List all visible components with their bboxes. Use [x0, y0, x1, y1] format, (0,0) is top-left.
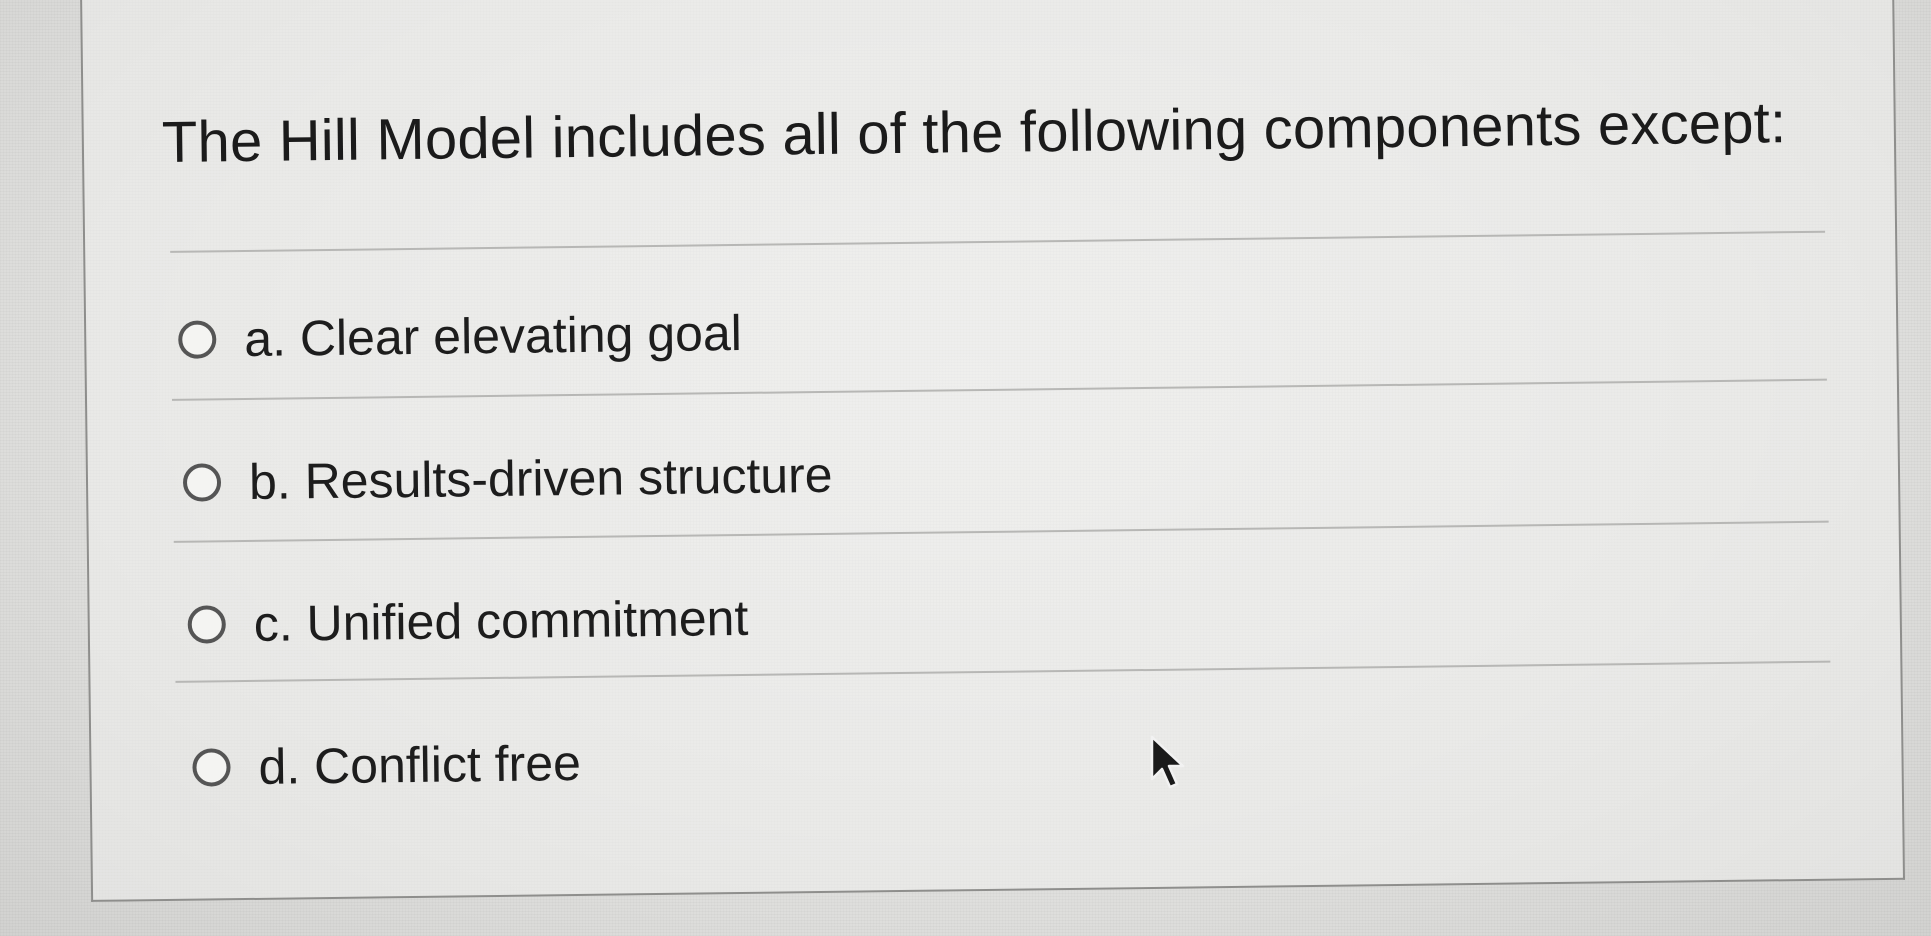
- option-label: c. Unified commitment: [253, 589, 749, 652]
- radio-button-icon[interactable]: [182, 463, 222, 502]
- option-label: a. Clear elevating goal: [243, 304, 743, 368]
- divider: [170, 230, 1826, 253]
- mouse-pointer-icon: [1150, 735, 1185, 789]
- divider: [175, 660, 1831, 683]
- divider: [173, 520, 1829, 543]
- radio-button-icon[interactable]: [187, 605, 226, 644]
- option-label: d. Conflict free: [258, 734, 582, 795]
- option-d[interactable]: d. Conflict free: [192, 734, 581, 797]
- radio-button-icon[interactable]: [178, 320, 217, 359]
- question-panel: The Hill Model includes all of the follo…: [80, 0, 1906, 902]
- option-label: b. Results-driven structure: [248, 446, 833, 510]
- radio-button-icon[interactable]: [192, 748, 231, 787]
- divider: [172, 378, 1827, 401]
- option-a[interactable]: a. Clear elevating goal: [178, 304, 742, 369]
- option-c[interactable]: c. Unified commitment: [187, 589, 749, 654]
- screen: The Hill Model includes all of the follo…: [0, 0, 1931, 936]
- option-b[interactable]: b. Results-driven structure: [182, 446, 833, 512]
- question-prompt: The Hill Model includes all of the follo…: [161, 90, 1787, 176]
